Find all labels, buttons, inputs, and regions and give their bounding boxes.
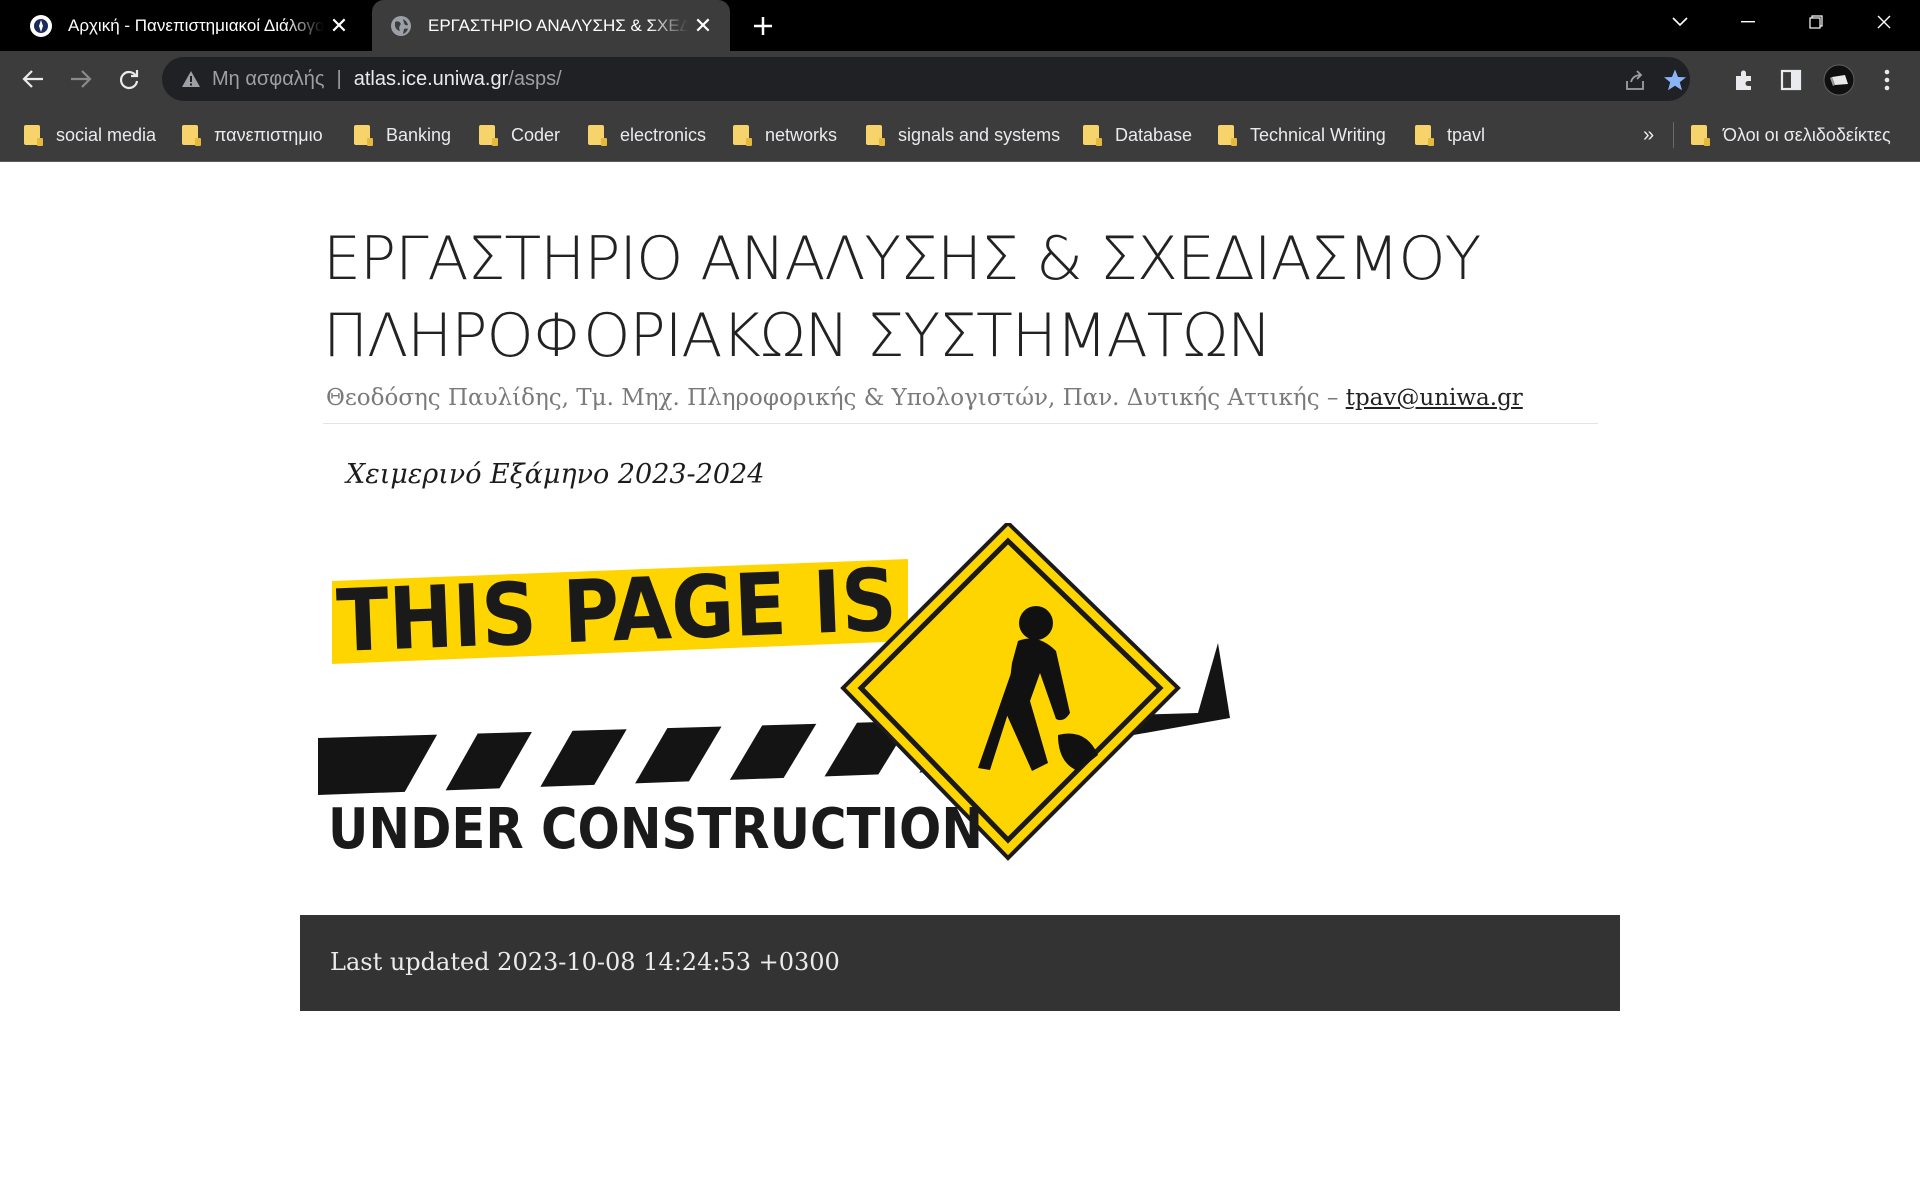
bookmarks-overflow-button[interactable]: » [1643,108,1654,162]
page-content: ΕΡΓΑΣΤΗΡΙΟ ΑΝΑΛΥΣΗΣ & ΣΧΕΔΙΑΣΜΟΥ ΠΛΗΡΟΦΟ… [0,163,1920,1197]
bookmark-social-media[interactable]: social media [24,108,156,162]
avatar[interactable] [1822,63,1856,97]
share-icon[interactable] [1622,67,1648,93]
page-title-line1: ΕΡΓΑΣΤΗΡΙΟ ΑΝΑΛΥΣΗΣ & ΣΧΕΔΙΑΣΜΟΥ [323,224,1481,294]
folder-icon [24,125,43,146]
close-window-icon[interactable] [1850,0,1918,44]
bookmark-label: networks [765,124,838,145]
close-icon[interactable]: ✕ [688,11,718,41]
new-tab-button[interactable] [745,8,781,44]
minimize-icon[interactable] [1714,0,1782,44]
folder-icon [182,125,201,146]
url-path: /asps/ [508,67,562,90]
bookmark-label: electronics [620,124,707,145]
semester-heading: Χειμερινό Εξάμηνο 2023-2024 [346,459,765,490]
last-updated-text: Last updated 2023-10-08 14:24:53 +0300 [330,948,840,976]
bookmark-technical-writing[interactable]: Technical Writing [1218,108,1386,162]
author-text: Θεοδόσης Παυλίδης, Τμ. Μηχ. Πληροφορικής… [326,385,1346,411]
banner-line2: UNDER CONSTRUCTION [328,797,983,862]
bookmark-networks[interactable]: networks [733,108,837,162]
banner-line1: THIS PAGE IS [335,551,898,672]
folder-icon [1083,125,1102,146]
folder-icon [733,125,752,146]
restore-icon[interactable] [1782,0,1850,44]
bookmark-database[interactable]: Database [1083,108,1192,162]
close-icon[interactable]: ✕ [324,11,354,41]
bookmark-tpavl[interactable]: tpavl [1415,108,1485,162]
header-divider [323,423,1598,424]
bookmark-label: social media [56,124,157,145]
side-panel-icon[interactable] [1774,63,1808,97]
page-subtitle: Θεοδόσης Παυλίδης, Τμ. Μηχ. Πληροφορικής… [326,385,1523,411]
bookmark-coder[interactable]: Coder [479,108,560,162]
forward-arrow-icon[interactable] [61,59,101,99]
folder-icon [1415,125,1434,146]
globe-icon [390,15,412,37]
folder-icon [866,125,885,146]
address-separator: | [336,67,342,90]
tab-ergastirio[interactable]: ΕΡΓΑΣΤΗΡΙΟ ΑΝΑΛΥΣΗΣ & ΣΧΕΔΙΑΣΜΟΥ ✕ [372,0,730,51]
bookmark-label: Technical Writing [1250,124,1386,145]
folder-icon [354,125,373,146]
all-bookmarks-button[interactable]: Όλοι οι σελιδοδείκτες [1691,108,1891,162]
bookmark-banking[interactable]: Banking [354,108,451,162]
folder-icon [588,125,607,146]
bookmark-label: Όλοι οι σελιδοδείκτες [1723,124,1891,145]
bookmark-electronics[interactable]: electronics [588,108,706,162]
bookmark-label: πανεπιστημιο [214,124,323,145]
bookmark-signals-and-systems[interactable]: signals and systems [866,108,1060,162]
page-footer: Last updated 2023-10-08 14:24:53 +0300 [300,915,1620,1011]
under-construction-image: THIS PAGE IS UNDER CONSTRUCTION [318,523,1230,862]
uniwa-favicon [30,14,52,37]
tab-strip: Αρχική - Πανεπιστημιακοί Διάλογοι ✕ ΕΡΓΑ… [0,0,1920,51]
bookmark-label: Coder [511,124,561,145]
warning-icon[interactable] [180,68,202,90]
back-arrow-icon[interactable] [13,59,53,99]
tab-search-icon[interactable] [1646,0,1714,44]
address-bar[interactable]: Μη ασφαλής | atlas.ice.uniwa.gr /asps/ [162,57,1690,101]
bookmark-label: signals and systems [898,124,1061,145]
folder-icon [1218,125,1237,146]
browser-toolbar: Μη ασφαλής | atlas.ice.uniwa.gr /asps/ [0,51,1920,108]
email-link[interactable]: tpav@uniwa.gr [1346,385,1523,411]
menu-dots-icon[interactable] [1870,63,1904,97]
tab-arxiki[interactable]: Αρχική - Πανεπιστημιακοί Διάλογοι ✕ [16,0,366,51]
bookmark-label: Database [1115,124,1193,145]
reload-icon[interactable] [109,59,149,99]
folder-icon [479,125,498,146]
bookmarks-bar: social media πανεπιστημιο Banking Coder … [0,108,1920,162]
url-host: atlas.ice.uniwa.gr [353,67,509,90]
bookmarks-divider [1673,122,1674,148]
tab-title: ΕΡΓΑΣΤΗΡΙΟ ΑΝΑΛΥΣΗΣ & ΣΧΕΔΙΑΣΜΟΥ [428,15,688,35]
star-icon[interactable] [1662,67,1688,93]
extensions-icon[interactable] [1727,63,1761,97]
page-title-line2: ΠΛΗΡΟΦΟΡΙΑΚΩΝ ΣΥΣΤΗΜΑΤΩΝ [323,301,1272,371]
bookmark-label: tpavl [1447,124,1486,145]
security-label[interactable]: Μη ασφαλής [212,68,325,91]
bookmark-label: Banking [386,124,452,145]
tab-title: Αρχική - Πανεπιστημιακοί Διάλογοι [68,15,324,35]
page-title[interactable]: ΕΡΓΑΣΤΗΡΙΟ ΑΝΑΛΥΣΗΣ & ΣΧΕΔΙΑΣΜΟΥ ΠΛΗΡΟΦΟ… [323,221,1523,375]
bookmark-panepistimio[interactable]: πανεπιστημιο [182,108,323,162]
folder-icon [1691,125,1710,146]
